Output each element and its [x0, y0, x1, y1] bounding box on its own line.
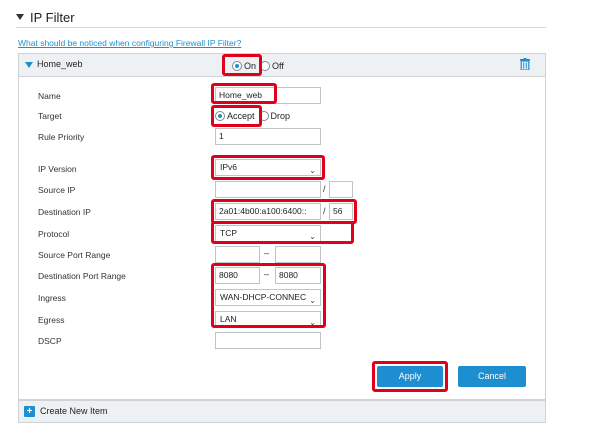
cancel-button[interactable]: Cancel — [458, 366, 526, 387]
section-header[interactable]: IP Filter — [16, 7, 75, 27]
source-ip-label: Source IP — [38, 185, 76, 195]
apply-button[interactable]: Apply — [377, 366, 443, 387]
egress-select[interactable]: LAN ⌄ — [215, 311, 321, 328]
destination-ip-prefix-input[interactable]: 56 — [329, 203, 353, 220]
ip-version-value: IPv6 — [220, 162, 238, 172]
destination-port-dash: – — [264, 269, 270, 279]
source-ip-prefix-input[interactable] — [329, 181, 353, 198]
chevron-down-icon: ⌄ — [309, 166, 316, 175]
ingress-label: Ingress — [38, 293, 66, 303]
rule-priority-input[interactable]: 1 — [215, 128, 321, 145]
accept-radio[interactable] — [215, 111, 225, 121]
destination-port-to-input[interactable]: 8080 — [275, 267, 321, 284]
chevron-down-icon: ⌄ — [309, 318, 316, 327]
off-label: Off — [272, 61, 284, 71]
expand-triangle-icon[interactable] — [25, 62, 33, 68]
destination-ip-label: Destination IP — [38, 207, 91, 217]
rule-priority-label: Rule Priority — [38, 132, 85, 142]
section-title: IP Filter — [30, 9, 75, 25]
create-new-item-label[interactable]: Create New Item — [40, 406, 108, 416]
divider — [16, 27, 546, 28]
source-port-from-input[interactable] — [215, 246, 260, 263]
dscp-label: DSCP — [38, 336, 62, 346]
status-toggle: On Off — [232, 59, 284, 73]
name-label: Name — [38, 91, 61, 101]
protocol-label: Protocol — [38, 229, 70, 239]
ingress-value: WAN-DHCP-CONNEC — [220, 292, 307, 302]
target-label: Target — [38, 111, 62, 121]
accept-label: Accept — [227, 111, 255, 121]
name-input[interactable]: Home_web — [215, 87, 321, 104]
ip-version-label: IP Version — [38, 164, 77, 174]
protocol-value: TCP — [220, 228, 237, 238]
destination-port-from-input[interactable]: 8080 — [215, 267, 260, 284]
drop-radio[interactable] — [258, 111, 269, 121]
source-ip-input[interactable] — [215, 181, 321, 198]
target-radio-group: Accept Drop — [215, 109, 290, 123]
egress-value: LAN — [220, 314, 237, 324]
collapse-triangle-icon — [16, 14, 24, 20]
help-link[interactable]: What should be noticed when configuring … — [18, 38, 241, 48]
on-label: On — [244, 61, 257, 71]
item-name: Home_web — [37, 59, 83, 69]
dscp-input[interactable] — [215, 332, 321, 349]
source-port-range-label: Source Port Range — [38, 250, 111, 260]
protocol-select[interactable]: TCP ⌄ — [215, 225, 321, 242]
source-port-to-input[interactable] — [275, 246, 321, 263]
plus-icon[interactable]: + — [24, 406, 35, 417]
source-port-dash: – — [264, 248, 270, 258]
destination-ip-input[interactable]: 2a01:4b00:a100:6400:: — [215, 203, 321, 220]
chevron-down-icon: ⌄ — [309, 232, 316, 241]
on-radio[interactable] — [232, 61, 242, 71]
egress-label: Egress — [38, 315, 65, 325]
off-radio[interactable] — [260, 61, 271, 71]
destination-ip-slash: / — [323, 206, 326, 216]
ingress-select[interactable]: WAN-DHCP-CONNEC ⌄ — [215, 289, 321, 306]
trash-icon[interactable] — [520, 58, 530, 70]
source-ip-slash: / — [323, 184, 326, 194]
chevron-down-icon: ⌄ — [309, 296, 316, 305]
ip-version-select[interactable]: IPv6 ⌄ — [215, 159, 321, 176]
drop-label: Drop — [270, 111, 291, 121]
destination-port-range-label: Destination Port Range — [38, 271, 126, 281]
